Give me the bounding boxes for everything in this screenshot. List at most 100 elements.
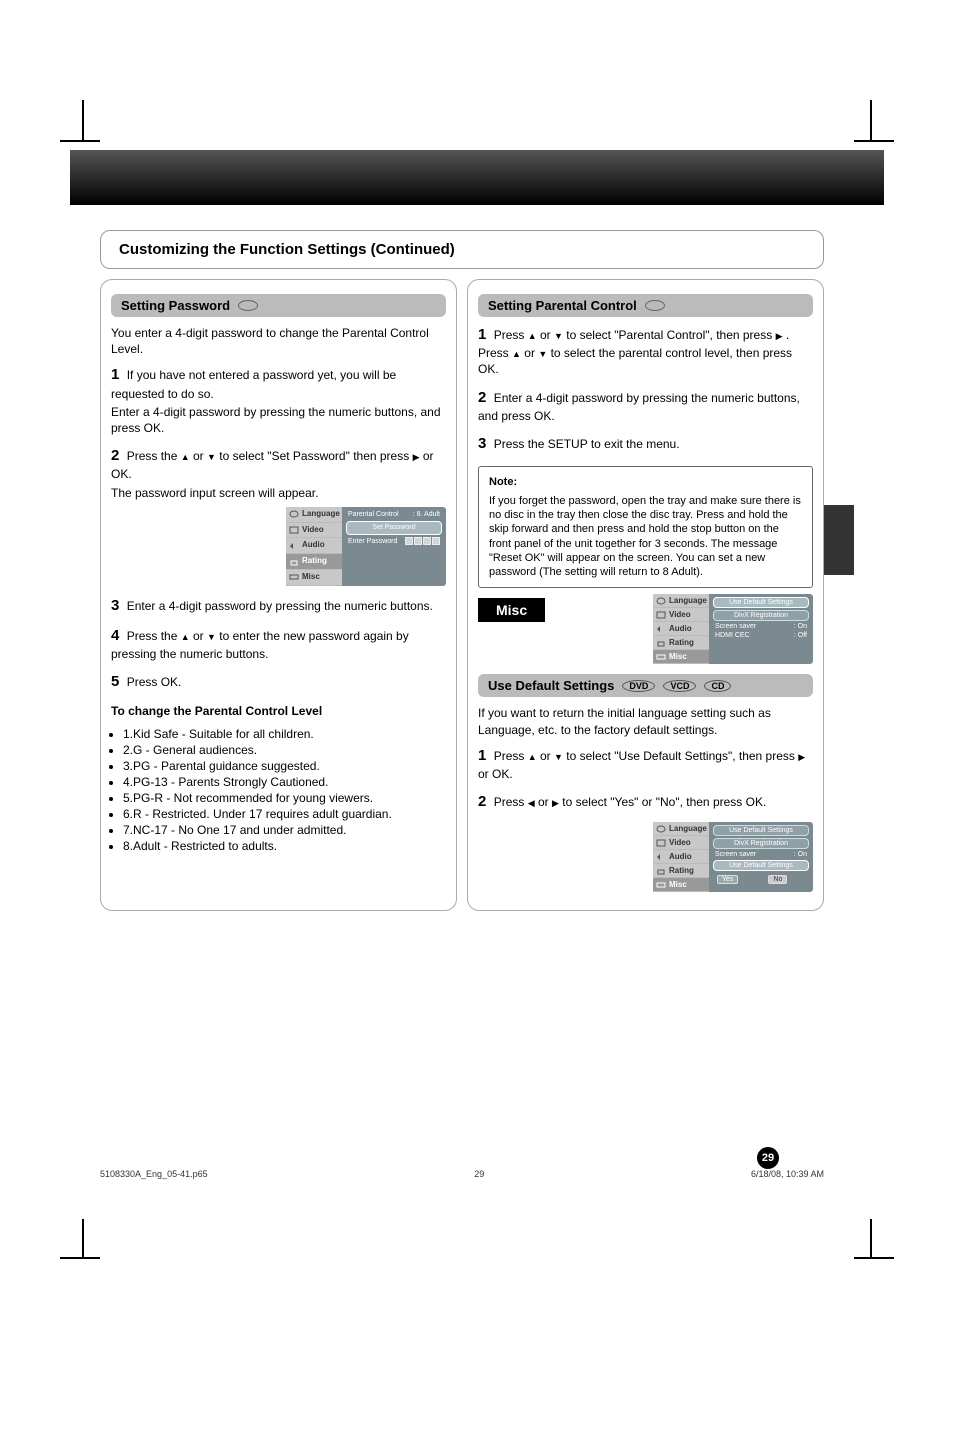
left-intro: You enter a 4-digit password to change t…	[111, 325, 446, 357]
left-step4: 4 Press the ▲ or ▼ to enter the new pass…	[111, 626, 446, 662]
levels-list: 1.Kid Safe - Suitable for all children. …	[123, 727, 446, 853]
osd-yes-no: Yes No	[713, 873, 809, 886]
osd-tab-rating: Rating	[653, 636, 709, 650]
osd-tab-misc: Misc	[653, 650, 709, 664]
right-column: Setting Parental Control 1 Press ▲ or ▼ …	[467, 279, 824, 911]
step-number: 3	[111, 597, 119, 614]
down-icon: ▼	[207, 452, 216, 462]
osd-enter-password: Enter Password	[346, 537, 442, 546]
up-icon: ▲	[512, 349, 521, 359]
osd-tab-audio: Audio	[653, 622, 709, 636]
vcd-pill: VCD	[663, 680, 696, 692]
dvd-pill: DVD	[622, 680, 655, 692]
default-step2: 2 Press ◀ or ▶ to select "Yes" or "No", …	[478, 792, 813, 812]
right-head-text: Setting Parental Control	[488, 298, 637, 313]
right-head: Setting Parental Control	[478, 294, 813, 317]
up-icon: ▲	[181, 632, 190, 642]
osd-use-default-button: Use Default Settings	[713, 597, 809, 608]
side-tab	[824, 505, 854, 575]
down-icon: ▼	[554, 752, 563, 762]
osd-tab-language: Language	[653, 822, 709, 836]
left-step5: 5 Press OK.	[111, 672, 446, 692]
step-text: Enter a 4-digit password by pressing the…	[127, 599, 433, 613]
dvd-pill-icon	[645, 300, 665, 311]
footer: 5108330A_Eng_05-41.p65 29 6/18/08, 10:39…	[100, 1169, 824, 1179]
osd-confirm-label: Use Default Settings	[713, 860, 809, 871]
osd-yes: Yes	[717, 875, 738, 884]
step-number: 3	[478, 435, 486, 452]
level-item: 4.PG-13 - Parents Strongly Cautioned.	[123, 775, 446, 789]
right-icon: ▶	[776, 331, 783, 341]
left-icon: ◀	[528, 798, 535, 808]
down-icon: ▼	[207, 632, 216, 642]
left-step3: 3 Enter a 4-digit password by pressing t…	[111, 596, 446, 616]
osd-tab-audio: Audio	[653, 850, 709, 864]
osd-default-confirm: Language Video Audio Rating Misc Use Def…	[653, 822, 813, 892]
osd-tab-video: Video	[286, 523, 342, 539]
default-step1: 1 Press ▲ or ▼ to select "Use Default Se…	[478, 746, 813, 782]
t: Press the	[127, 629, 178, 643]
section-title: Customizing the Function Settings (Conti…	[119, 241, 455, 258]
osd-tab-video: Video	[653, 608, 709, 622]
level-item: 3.PG - Parental guidance suggested.	[123, 759, 446, 773]
osd-set-password-button: Set Password	[346, 521, 442, 534]
step-number: 2	[478, 793, 486, 810]
osd-tab-misc: Misc	[653, 878, 709, 892]
down-icon: ▼	[554, 331, 563, 341]
step-text: Press OK.	[127, 675, 182, 689]
step-number: 1	[111, 366, 119, 383]
footer-page: 29	[474, 1169, 484, 1179]
osd-divx-button: DivX Registration	[713, 610, 809, 621]
top-banner	[70, 150, 884, 205]
t: to select "Set Password" then press	[219, 449, 409, 463]
note-title: Note:	[489, 475, 802, 489]
note-body: If you forget the password, open the tra…	[489, 494, 802, 580]
osd-tab-rating: Rating	[653, 864, 709, 878]
note-box: Note: If you forget the password, open t…	[478, 466, 813, 588]
default-head: Use Default Settings DVD VCD CD	[478, 674, 813, 697]
osd-tab-language: Language	[286, 507, 342, 523]
osd-no: No	[768, 875, 787, 884]
level-item: 1.Kid Safe - Suitable for all children.	[123, 727, 446, 741]
step-text: If you have not entered a password yet, …	[111, 368, 396, 400]
step-number: 1	[478, 326, 486, 343]
left-head: Setting Password	[111, 294, 446, 317]
step-number: 5	[111, 673, 119, 690]
osd-tab-audio: Audio	[286, 538, 342, 554]
right-step3: 3 Press the SETUP to exit the menu.	[478, 434, 813, 454]
left-column: Setting Password You enter a 4-digit pas…	[100, 279, 457, 911]
default-head-text: Use Default Settings	[488, 678, 614, 693]
cd-pill: CD	[704, 680, 731, 692]
osd-misc: Language Video Audio Rating Misc Use Def…	[653, 594, 813, 664]
right-icon: ▶	[798, 752, 805, 762]
up-icon: ▲	[528, 331, 537, 341]
misc-label: Misc	[478, 598, 545, 622]
right-step2: 2 Enter a 4-digit password by pressing t…	[478, 388, 813, 424]
level-item: 6.R - Restricted. Under 17 requires adul…	[123, 807, 446, 821]
right-icon: ▶	[413, 452, 420, 462]
osd-row-parental: Parental Control: 8. Adult	[346, 510, 442, 519]
footer-timestamp: 6/18/08, 10:39 AM	[751, 1169, 824, 1179]
section-title-box: Customizing the Function Settings (Conti…	[100, 230, 824, 269]
level-item: 5.PG-R - Not recommended for young viewe…	[123, 791, 446, 805]
level-item: 8.Adult - Restricted to adults.	[123, 839, 446, 853]
up-icon: ▲	[528, 752, 537, 762]
dvd-pill-icon	[238, 300, 258, 311]
osd-row-hdmi: HDMI CEC: Off	[713, 632, 809, 639]
t: or	[193, 629, 204, 643]
step-number: 2	[478, 389, 486, 406]
osd-row-screensaver: Screen saver: On	[713, 851, 809, 858]
step-sub: Enter a 4-digit password by pressing the…	[111, 404, 446, 436]
step-sub: The password input screen will appear.	[111, 485, 446, 501]
osd-tab-video: Video	[653, 836, 709, 850]
osd-tab-rating: Rating	[286, 554, 342, 570]
level-item: 2.G - General audiences.	[123, 743, 446, 757]
osd-use-default-button: Use Default Settings	[713, 825, 809, 836]
left-head-text: Setting Password	[121, 298, 230, 313]
osd-tab-language: Language	[653, 594, 709, 608]
left-step2: 2 Press the ▲ or ▼ to select "Set Passwo…	[111, 446, 446, 586]
step-number: 1	[478, 747, 486, 764]
osd-rating-password: Language Video Audio Rating Misc Parenta…	[286, 507, 446, 586]
down-icon: ▼	[538, 349, 547, 359]
osd-tab-misc: Misc	[286, 570, 342, 586]
